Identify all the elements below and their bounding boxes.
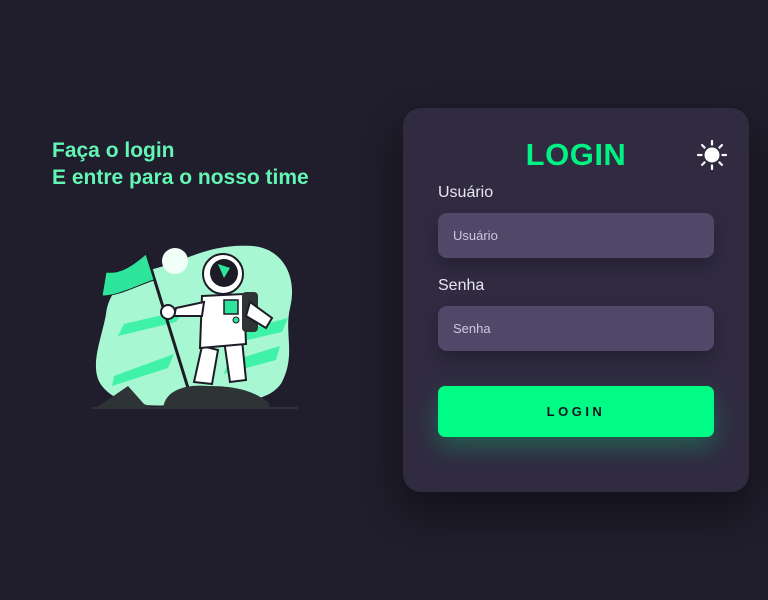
sun-icon[interactable]	[696, 139, 728, 171]
login-button[interactable]: LOGIN	[438, 386, 714, 437]
hero-line-2: E entre para o nosso time	[52, 166, 309, 189]
hero-headline: Faça o login E entre para o nosso time	[52, 137, 309, 191]
username-label: Usuário	[438, 184, 494, 201]
hero-line-1: Faça o login	[52, 139, 175, 162]
username-input[interactable]	[438, 213, 714, 258]
astronaut-illustration	[92, 245, 298, 409]
login-card: LOGIN Usuário Senha LOGIN	[403, 108, 749, 492]
login-page: Faça o login E entre para o nosso time L…	[0, 0, 768, 600]
moon-shape	[162, 248, 188, 274]
password-input[interactable]	[438, 306, 714, 351]
password-label: Senha	[438, 277, 485, 294]
